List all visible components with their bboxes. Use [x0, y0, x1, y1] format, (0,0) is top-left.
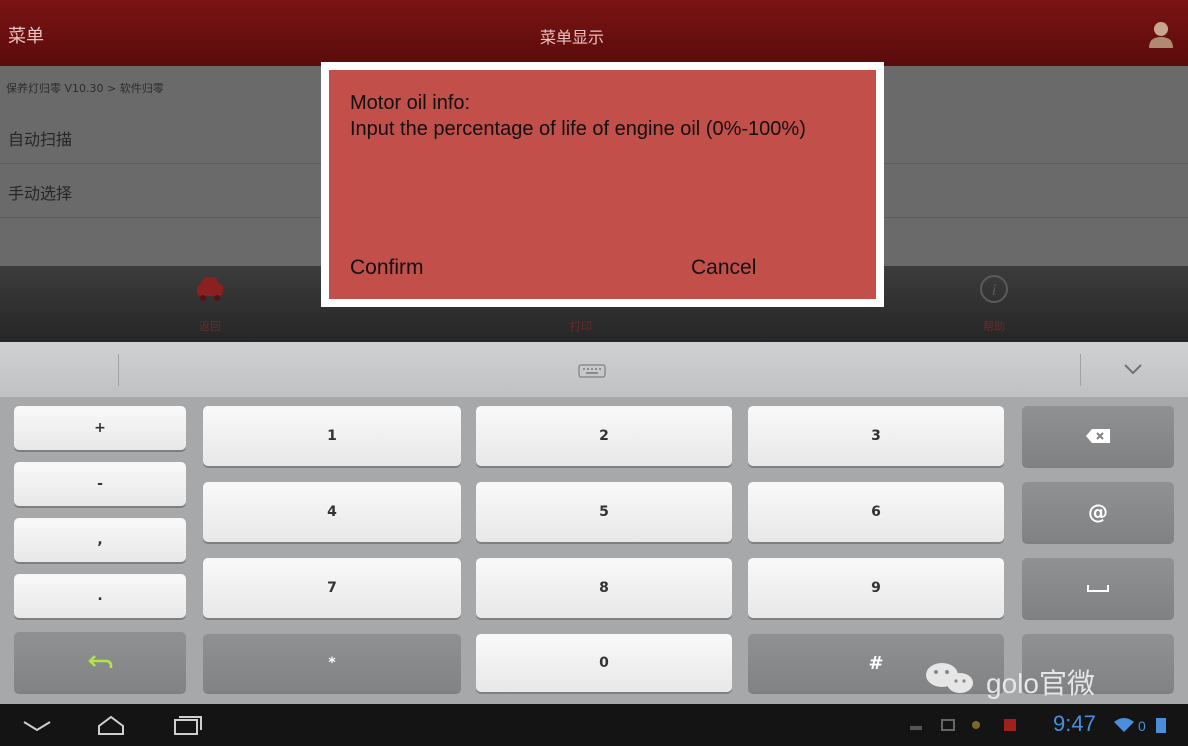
- space-key[interactable]: [1022, 558, 1174, 618]
- info-icon: i: [980, 275, 1008, 303]
- backspace-key[interactable]: [1022, 406, 1174, 466]
- menu-item-label: 自动扫描: [8, 130, 73, 149]
- undo-arrow-icon: [88, 655, 113, 668]
- recent-apps-icon[interactable]: [172, 714, 204, 736]
- breadcrumb: 保养灯归零 V10.30 > 软件归零: [6, 82, 164, 95]
- key-minus[interactable]: -: [14, 462, 186, 506]
- backspace-icon: [1086, 429, 1110, 443]
- cancel-button[interactable]: Cancel: [691, 256, 756, 280]
- clock: 9:47: [1053, 711, 1096, 736]
- dialog-message: Input the percentage of life of engine o…: [350, 118, 806, 140]
- key-asterisk[interactable]: *: [203, 634, 461, 692]
- user-icon[interactable]: [1148, 20, 1174, 48]
- car-icon: [197, 277, 223, 301]
- key-9[interactable]: 9: [748, 558, 1004, 618]
- confirm-button[interactable]: Confirm: [350, 256, 424, 280]
- divider: [118, 354, 119, 386]
- key-at[interactable]: @: [1022, 482, 1174, 542]
- wechat-icon: [926, 663, 973, 693]
- dialog-body: Motor oil info: Input the percentage of …: [329, 70, 876, 299]
- key-period[interactable]: .: [14, 574, 186, 618]
- notification-icons: [910, 719, 1016, 731]
- key-2[interactable]: 2: [476, 406, 732, 466]
- key-comma[interactable]: ,: [14, 518, 186, 562]
- keyboard-icon[interactable]: [578, 364, 606, 378]
- help-label: 帮助: [983, 320, 1005, 333]
- key-0[interactable]: 0: [476, 634, 732, 692]
- back-label: 返回: [199, 320, 221, 333]
- svg-text:0: 0: [1138, 718, 1146, 734]
- key-6[interactable]: 6: [748, 482, 1004, 542]
- key-4[interactable]: 4: [203, 482, 461, 542]
- space-icon: [1087, 585, 1109, 592]
- back-arrow-key[interactable]: [14, 632, 186, 692]
- key-3[interactable]: 3: [748, 406, 1004, 466]
- key-plus[interactable]: +: [14, 406, 186, 450]
- page-title: 菜单显示: [540, 28, 605, 47]
- divider: [1080, 354, 1081, 386]
- key-7[interactable]: 7: [203, 558, 461, 618]
- back-button[interactable]: 返回: [150, 266, 270, 342]
- key-1[interactable]: 1: [203, 406, 461, 466]
- wifi-battery-icon: 0: [1114, 718, 1166, 734]
- home-icon[interactable]: [96, 714, 126, 736]
- key-5[interactable]: 5: [476, 482, 732, 542]
- chevron-down-icon[interactable]: [1122, 360, 1144, 378]
- numeric-keyboard: + - , . 1 2 3 4 5 6 7 8 9 * 0 # @: [0, 398, 1188, 704]
- help-button[interactable]: i 帮助: [934, 266, 1054, 342]
- system-nav-bar: 9:47 0: [0, 704, 1188, 746]
- svg-text:i: i: [992, 282, 996, 299]
- title-bar: 菜单 菜单显示: [0, 0, 1188, 66]
- keyboard-top-bar: [0, 342, 1188, 398]
- key-8[interactable]: 8: [476, 558, 732, 618]
- watermark: golo官微: [920, 660, 1160, 700]
- hide-keyboard-icon[interactable]: [20, 714, 54, 736]
- menu-label[interactable]: 菜单: [8, 22, 44, 48]
- watermark-text: golo官微: [986, 668, 1095, 699]
- motor-oil-dialog: Motor oil info: Input the percentage of …: [321, 62, 884, 307]
- print-label: 打印: [570, 320, 592, 333]
- dialog-title: Motor oil info:: [350, 92, 471, 114]
- menu-item-label: 手动选择: [8, 184, 73, 203]
